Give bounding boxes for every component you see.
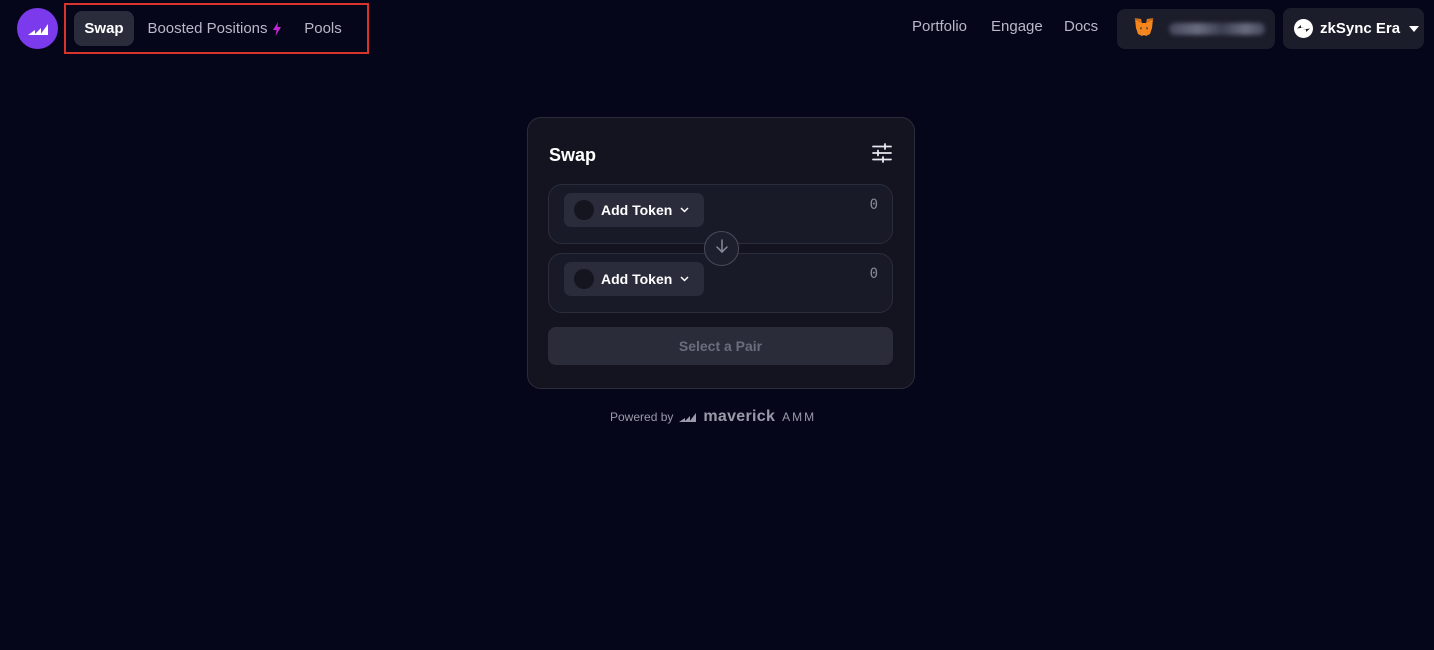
docs-link[interactable]: Docs	[1064, 18, 1098, 35]
maverick-logo-icon[interactable]	[17, 8, 58, 49]
zksync-icon	[1294, 19, 1313, 38]
arrow-down-icon	[715, 239, 729, 258]
network-selector[interactable]: zkSync Era	[1283, 8, 1424, 49]
token-placeholder-icon	[574, 269, 594, 289]
from-add-token-button[interactable]: Add Token	[564, 193, 704, 227]
from-add-token-label: Add Token	[601, 202, 673, 218]
to-add-token-label: Add Token	[601, 271, 673, 287]
nav-tab-boosted-label: Boosted Positions	[147, 20, 268, 37]
nav-tab-swap-label: Swap	[84, 20, 124, 37]
amm-text: AMM	[782, 410, 817, 424]
swap-card: Swap Add Token 0 Add Token 0 Select a Pa…	[527, 117, 915, 389]
metamask-fox-icon	[1133, 17, 1155, 42]
sliders-icon[interactable]	[872, 143, 892, 163]
nav-tab-swap[interactable]: Swap	[74, 11, 134, 46]
wallet-address-blurred	[1169, 23, 1265, 35]
caret-down-icon	[1409, 25, 1420, 32]
wallet-button[interactable]	[1117, 9, 1275, 49]
portfolio-link[interactable]: Portfolio	[912, 18, 967, 35]
top-navigation-bar: Swap Boosted Positions Pools Portfolio E…	[0, 0, 1434, 60]
from-amount-input[interactable]: 0	[870, 197, 878, 213]
token-placeholder-icon	[574, 200, 594, 220]
nav-tab-boosted-positions[interactable]: Boosted Positions	[145, 11, 283, 46]
lightning-bolt-icon	[272, 21, 281, 36]
network-label: zkSync Era	[1320, 20, 1401, 37]
nav-tab-pools[interactable]: Pools	[303, 11, 343, 46]
engage-link[interactable]: Engage	[991, 18, 1043, 35]
to-add-token-button[interactable]: Add Token	[564, 262, 704, 296]
swap-card-title: Swap	[549, 145, 597, 165]
swap-direction-button[interactable]	[704, 231, 739, 266]
chevron-down-icon	[680, 207, 689, 213]
nav-tab-pools-label: Pools	[304, 20, 342, 37]
powered-by-footer: Powered by maverick AMM	[610, 407, 816, 427]
powered-by-text: Powered by	[610, 410, 674, 424]
to-amount-input[interactable]: 0	[870, 266, 878, 282]
chevron-down-icon	[680, 276, 689, 282]
maverick-mark-icon	[679, 412, 697, 422]
select-pair-button[interactable]: Select a Pair	[548, 327, 893, 365]
maverick-brand-text: maverick	[703, 408, 776, 425]
